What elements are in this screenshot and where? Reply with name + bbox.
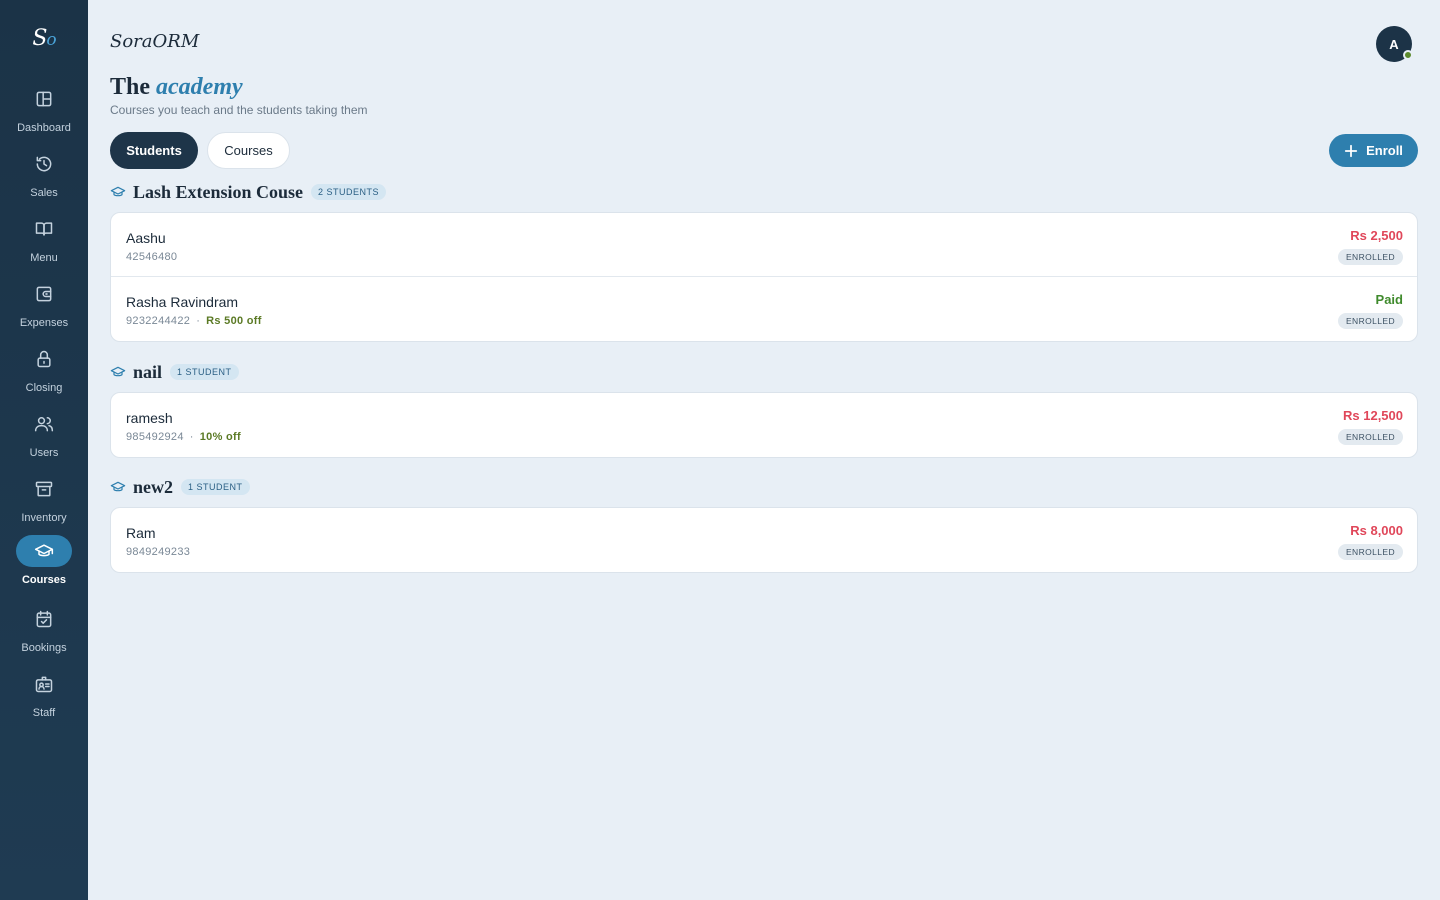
student-phone: 42546480 xyxy=(126,251,178,263)
course-header: new2 1 STUDENT xyxy=(110,476,250,498)
id-badge-icon xyxy=(16,668,72,700)
student-phone: 985492924 xyxy=(126,431,184,443)
student-name: Ram xyxy=(126,525,156,541)
course-header: Lash Extension Couse 2 STUDENTS xyxy=(110,181,387,203)
course-student-list: Ram 9849249233 Rs 8,000 ENROLLED xyxy=(110,507,1418,573)
users-icon xyxy=(16,408,72,440)
sidebar-item-closing[interactable]: Closing xyxy=(0,343,88,403)
student-phone: 9849249233 xyxy=(126,546,191,558)
status-badge: ENROLLED xyxy=(1337,544,1403,560)
student-meta: 9232244422 · Rs 500 off xyxy=(126,315,262,327)
course-header: nail 1 STUDENT xyxy=(110,361,239,383)
enroll-button[interactable]: Enroll xyxy=(1329,134,1418,167)
enroll-button-label: Enroll xyxy=(1366,143,1403,158)
student-count-badge: 2 STUDENTS xyxy=(311,184,387,200)
lock-icon xyxy=(16,343,72,375)
sidebar-item-sales[interactable]: Sales xyxy=(0,148,88,208)
dashboard-icon xyxy=(16,83,72,115)
calendar-check-icon xyxy=(16,603,72,635)
student-name: ramesh xyxy=(126,410,173,426)
status-badge: ENROLLED xyxy=(1337,249,1403,265)
avatar-initial: A xyxy=(1389,36,1399,52)
course-student-list: ramesh 985492924 · 10% off Rs 12,500 ENROL… xyxy=(110,392,1418,458)
status-badge: ENROLLED xyxy=(1337,313,1403,329)
graduation-cap-icon xyxy=(16,535,72,567)
app-logo[interactable]: So xyxy=(0,26,88,51)
student-amount: Rs 12,500 xyxy=(1343,408,1403,423)
sidebar-item-label: Courses xyxy=(21,574,67,586)
graduation-cap-icon xyxy=(110,481,126,492)
discount-label: 10% off xyxy=(199,431,241,443)
sidebar-item-menu[interactable]: Menu xyxy=(0,213,88,273)
avatar[interactable]: A xyxy=(1376,26,1413,62)
student-name: Aashu xyxy=(126,230,166,246)
graduation-cap-icon xyxy=(110,366,126,377)
student-amount: Rs 2,500 xyxy=(1350,228,1403,243)
sidebar-item-staff[interactable]: Staff xyxy=(0,668,88,728)
student-phone: 9232244422 xyxy=(126,315,191,327)
student-row[interactable]: ramesh 985492924 · 10% off Rs 12,500 ENROL… xyxy=(111,393,1417,457)
student-row[interactable]: Aashu 42546480 Rs 2,500 ENROLLED xyxy=(111,213,1417,277)
student-meta: 42546480 xyxy=(126,251,177,263)
sidebar-item-label: Staff xyxy=(32,707,56,719)
tab-courses[interactable]: Courses xyxy=(207,132,290,169)
archive-icon xyxy=(16,473,72,505)
sidebar-item-users[interactable]: Users xyxy=(0,408,88,468)
student-amount: Paid xyxy=(1375,292,1403,307)
sidebar-item-expenses[interactable]: Expenses xyxy=(0,278,88,338)
student-meta: 9849249233 xyxy=(126,546,190,558)
course-student-list: Aashu 42546480 Rs 2,500 ENROLLED Rasha R… xyxy=(110,212,1418,342)
sidebar-item-label: Sales xyxy=(30,187,58,199)
sidebar-item-label: Bookings xyxy=(21,642,67,654)
tab-students[interactable]: Students xyxy=(110,132,198,169)
student-count-badge: 1 STUDENT xyxy=(170,364,239,380)
sidebar-item-label: Expenses xyxy=(19,317,69,329)
sidebar: So Dashboard Sales Menu Expenses Closing… xyxy=(0,0,88,900)
student-amount: Rs 8,000 xyxy=(1350,523,1403,538)
page-subtitle: Courses you teach and the students takin… xyxy=(110,103,368,117)
student-row[interactable]: Ram 9849249233 Rs 8,000 ENROLLED xyxy=(111,508,1417,572)
plus-icon xyxy=(1344,144,1358,157)
student-name: Rasha Ravindram xyxy=(126,294,239,310)
sidebar-item-dashboard[interactable]: Dashboard xyxy=(0,83,88,143)
student-count-badge: 1 STUDENT xyxy=(181,479,250,495)
sidebar-item-label: Closing xyxy=(25,382,63,394)
discount-label: Rs 500 off xyxy=(206,315,262,327)
sidebar-item-courses[interactable]: Courses xyxy=(0,535,88,595)
course-name: Lash Extension Couse xyxy=(133,181,304,202)
wallet-icon xyxy=(16,278,72,310)
status-badge: ENROLLED xyxy=(1337,429,1403,445)
sidebar-item-inventory[interactable]: Inventory xyxy=(0,473,88,533)
sidebar-item-bookings[interactable]: Bookings xyxy=(0,603,88,663)
course-name: new2 xyxy=(133,476,173,497)
online-status-dot xyxy=(1403,50,1413,60)
brand-name: SoraORM xyxy=(110,31,200,52)
course-name: nail xyxy=(133,361,163,382)
sidebar-item-label: Users xyxy=(29,447,59,459)
student-row[interactable]: Rasha Ravindram 9232244422 · Rs 500 off Pa… xyxy=(111,277,1417,341)
sidebar-item-label: Dashboard xyxy=(17,122,71,134)
book-icon xyxy=(16,213,72,245)
graduation-cap-icon xyxy=(110,186,126,197)
student-meta: 985492924 · 10% off xyxy=(126,431,241,443)
sidebar-item-label: Menu xyxy=(30,252,58,264)
history-icon xyxy=(16,148,72,180)
sidebar-item-label: Inventory xyxy=(21,512,67,524)
page-title: The academy xyxy=(110,74,243,100)
